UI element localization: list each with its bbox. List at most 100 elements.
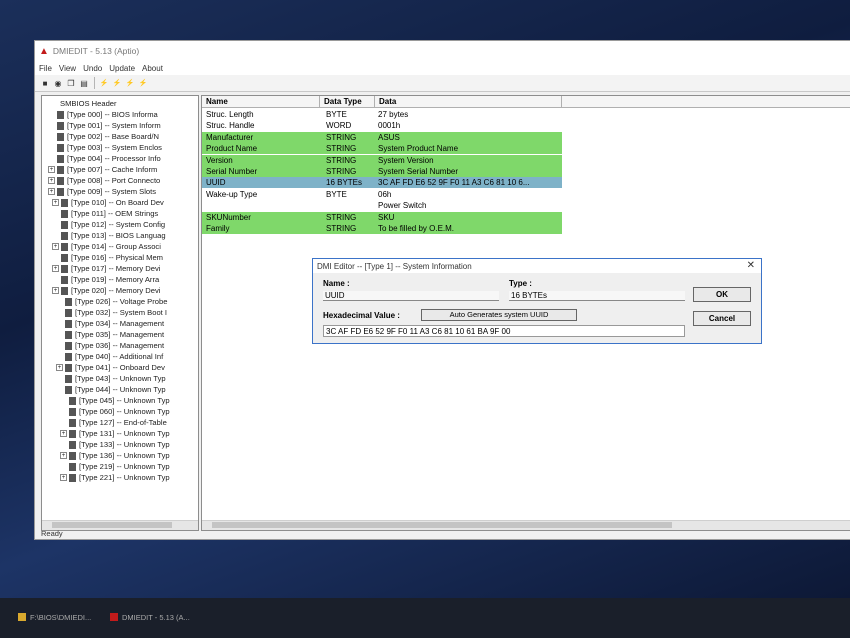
- all-icon-3[interactable]: ⚡: [124, 77, 136, 89]
- tree-item-label: [Type 007] -- Cache Inform: [67, 165, 158, 174]
- tree-item-label: [Type 012] -- System Config: [71, 220, 166, 229]
- status-bar: Ready: [41, 529, 63, 538]
- tree-item[interactable]: [Type 002] -- Base Board/N: [48, 131, 159, 142]
- tree-item[interactable]: [Type 000] -- BIOS Informa: [48, 109, 158, 120]
- taskbar-item-folder[interactable]: F:\BIOS\DMIEDI...: [18, 610, 91, 624]
- table-row[interactable]: SKUNumber STRING SKU: [202, 211, 562, 223]
- expand-icon[interactable]: +: [52, 265, 59, 272]
- tree-item[interactable]: [Type 133] -- Unknown Typ: [60, 439, 170, 450]
- tree-item-label: [Type 219] -- Unknown Typ: [79, 462, 170, 471]
- tree-horizontal-scrollbar[interactable]: [42, 520, 198, 530]
- tree-item[interactable]: [Type 001] -- System Inform: [48, 120, 161, 131]
- tree-item[interactable]: + [Type 020] -- Memory Devi: [52, 285, 160, 296]
- save-icon[interactable]: ■: [39, 77, 51, 89]
- cancel-button[interactable]: Cancel: [693, 311, 751, 326]
- menu-about[interactable]: About: [142, 64, 163, 73]
- type-label: Type :: [509, 279, 532, 288]
- tree-item[interactable]: [Type 019] -- Memory Arra: [52, 274, 159, 285]
- tree-item[interactable]: [Type 013] -- BIOS Languag: [52, 230, 166, 241]
- tree-scroll-thumb[interactable]: [52, 522, 172, 528]
- table-horizontal-scrollbar[interactable]: [202, 520, 850, 530]
- tree-item[interactable]: [Type 004] -- Processor Info: [48, 153, 161, 164]
- expand-icon[interactable]: +: [48, 166, 55, 173]
- tree-item[interactable]: + [Type 017] -- Memory Devi: [52, 263, 160, 274]
- tree-item[interactable]: + [Type 221] -- Unknown Typ: [60, 472, 170, 483]
- auto-generate-uuid-button[interactable]: Auto Generates system UUID: [421, 309, 577, 321]
- tree-item[interactable]: [Type 045] -- Unknown Typ: [60, 395, 170, 406]
- table-row[interactable]: Power Switch: [202, 200, 562, 211]
- node-icon: [65, 319, 72, 328]
- header-name[interactable]: Name: [202, 96, 320, 107]
- menu-file[interactable]: File: [39, 64, 52, 73]
- expand-icon[interactable]: +: [60, 430, 67, 437]
- tree-item-label: [Type 127] -- End-of-Table: [79, 418, 167, 427]
- open-icon[interactable]: ◉: [52, 77, 64, 89]
- hex-value-input[interactable]: 3C AF FD E6 52 9F F0 11 A3 C6 81 10 61 B…: [323, 325, 685, 337]
- tree-item[interactable]: [Type 036] -- Management: [56, 340, 164, 351]
- table-row[interactable]: Manufacturer STRING ASUS: [202, 131, 562, 143]
- table-scroll-thumb[interactable]: [212, 522, 672, 528]
- node-icon: [61, 275, 68, 284]
- tree-item[interactable]: [Type 034] -- Management: [56, 318, 164, 329]
- tree-item[interactable]: [Type 003] -- System Enclos: [48, 142, 162, 153]
- doc-icon[interactable]: ▤: [78, 77, 90, 89]
- tree-item[interactable]: + [Type 007] -- Cache Inform: [48, 164, 157, 175]
- tree-item-label: [Type 001] -- System Inform: [67, 121, 161, 130]
- all-icon-1[interactable]: ⚡: [98, 77, 110, 89]
- tree-item[interactable]: [Type 044] -- Unknown Typ: [56, 384, 166, 395]
- table-row[interactable]: UUID 16 BYTEs 3C AF FD E6 52 9F F0 11 A3 C…: [202, 177, 562, 189]
- header-data-type[interactable]: Data Type: [320, 96, 375, 107]
- expand-icon[interactable]: +: [52, 199, 59, 206]
- tree-item[interactable]: [Type 011] -- OEM Strings: [52, 208, 158, 219]
- tree-item-label: [Type 034] -- Management: [75, 319, 165, 328]
- smbios-tree[interactable]: SMBIOS Header [Type 000] -- BIOS Informa […: [41, 95, 199, 531]
- expand-icon[interactable]: +: [52, 287, 59, 294]
- cell-type: [326, 200, 376, 211]
- tree-item[interactable]: + [Type 041] -- Onboard Dev: [56, 362, 165, 373]
- tree-item[interactable]: [Type 043] -- Unknown Typ: [56, 373, 166, 384]
- tree-item[interactable]: SMBIOS Header: [60, 98, 117, 109]
- table-row[interactable]: Product Name STRING System Product Name: [202, 143, 562, 155]
- expand-icon[interactable]: +: [56, 364, 63, 371]
- close-icon[interactable]: ✕: [747, 260, 755, 271]
- all-icon-2[interactable]: ⚡: [111, 77, 123, 89]
- expand-icon[interactable]: +: [48, 188, 55, 195]
- tree-item[interactable]: + [Type 009] -- System Slots: [48, 186, 156, 197]
- menu-view[interactable]: View: [59, 64, 76, 73]
- tree-item[interactable]: [Type 219] -- Unknown Typ: [60, 461, 170, 472]
- table-row[interactable]: Version STRING System Version: [202, 154, 562, 166]
- menu-update[interactable]: Update: [109, 64, 135, 73]
- tree-item[interactable]: [Type 012] -- System Config: [52, 219, 165, 230]
- node-icon: [65, 330, 72, 339]
- table-row[interactable]: Wake-up Type BYTE 06h: [202, 189, 562, 200]
- table-row[interactable]: Serial Number STRING System Serial Number: [202, 166, 562, 177]
- tree-item[interactable]: + [Type 014] -- Group Associ: [52, 241, 161, 252]
- tree-item[interactable]: [Type 032] -- System Boot I: [56, 307, 167, 318]
- tree-item[interactable]: [Type 127] -- End-of-Table: [60, 417, 167, 428]
- cell-type: 16 BYTEs: [326, 178, 363, 188]
- expand-icon[interactable]: +: [48, 177, 55, 184]
- taskbar-item-dmiedit[interactable]: DMIEDIT - 5.13 (A...: [110, 610, 190, 624]
- expand-icon[interactable]: +: [60, 474, 67, 481]
- cell-data: System Version: [378, 155, 434, 165]
- tree-item[interactable]: [Type 060] -- Unknown Typ: [60, 406, 170, 417]
- all-icon-4[interactable]: ⚡: [137, 77, 149, 89]
- name-field: UUID: [323, 291, 499, 301]
- tree-item[interactable]: [Type 026] -- Voltage Probe: [56, 296, 167, 307]
- table-row[interactable]: Family STRING To be filled by O.E.M.: [202, 223, 562, 234]
- tree-item[interactable]: [Type 040] -- Additional Inf: [56, 351, 163, 362]
- table-row[interactable]: Struc. Handle WORD 0001h: [202, 120, 562, 131]
- tree-item[interactable]: [Type 016] -- Physical Mem: [52, 252, 163, 263]
- table-row[interactable]: Struc. Length BYTE 27 bytes: [202, 109, 562, 120]
- header-data[interactable]: Data: [375, 96, 562, 107]
- tree-item[interactable]: [Type 035] -- Management: [56, 329, 164, 340]
- tree-item[interactable]: + [Type 136] -- Unknown Typ: [60, 450, 170, 461]
- copy-icon[interactable]: ❐: [65, 77, 77, 89]
- tree-item[interactable]: + [Type 131] -- Unknown Typ: [60, 428, 170, 439]
- tree-item[interactable]: + [Type 010] -- On Board Dev: [52, 197, 164, 208]
- expand-icon[interactable]: +: [60, 452, 67, 459]
- expand-icon[interactable]: +: [52, 243, 59, 250]
- ok-button[interactable]: OK: [693, 287, 751, 302]
- menu-undo[interactable]: Undo: [83, 64, 102, 73]
- tree-item[interactable]: + [Type 008] -- Port Connecto: [48, 175, 160, 186]
